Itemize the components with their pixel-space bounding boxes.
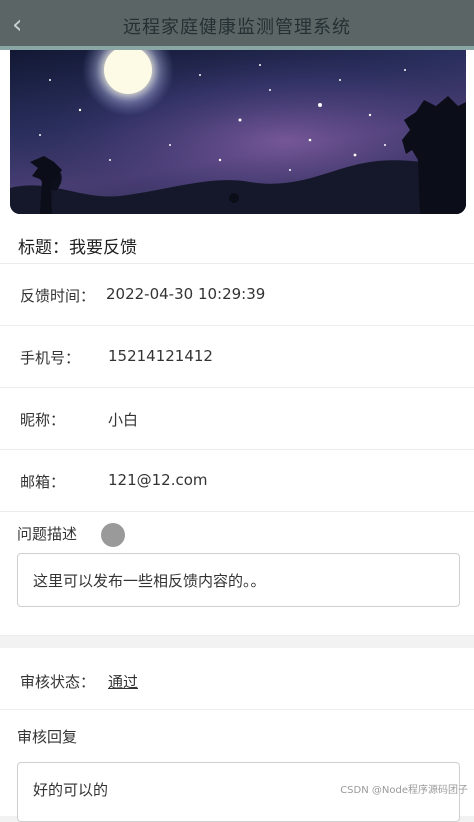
field-row-nickname: 昵称： 小白: [0, 388, 474, 450]
section-divider: [0, 636, 474, 648]
field-value: 15214121412: [108, 347, 213, 365]
title-row: 标题：我要反馈: [0, 220, 474, 264]
description-row: 问题描述 这里可以发布一些相反馈内容的。。: [0, 512, 474, 636]
field-value: 121@12.com: [108, 471, 208, 489]
title-label: 标题：: [18, 238, 69, 258]
banner-container: [0, 50, 474, 220]
page-title: 远程家庭健康监测管理系统: [123, 17, 351, 38]
field-row-email: 邮箱： 121@12.com: [0, 450, 474, 512]
field-label: 昵称：: [20, 411, 66, 429]
status-label: 审核状态：: [20, 673, 96, 691]
field-label: 邮箱：: [20, 473, 66, 491]
watermark: CSDN @Node程序源码团子: [340, 785, 468, 796]
field-label: 反馈时间：: [20, 287, 96, 305]
field-row-phone: 手机号： 15214121412: [0, 326, 474, 388]
description-label: 问题描述: [17, 525, 78, 543]
field-value: 2022-04-30 10:29:39: [106, 285, 266, 303]
title-value: 我要反馈: [69, 238, 137, 258]
field-row-time: 反馈时间： 2022-04-30 10:29:39: [0, 264, 474, 326]
reply-row: 审核回复 好的可以的: [0, 710, 474, 822]
banner-image: [10, 50, 466, 214]
description-field[interactable]: 这里可以发布一些相反馈内容的。。: [17, 553, 460, 607]
cursor-indicator: [101, 523, 125, 547]
field-label: 手机号：: [20, 349, 81, 367]
night-sky-illustration: [10, 50, 466, 214]
status-value: 通过: [108, 673, 139, 691]
feedback-detail: 标题：我要反馈 反馈时间： 2022-04-30 10:29:39 手机号： 1…: [0, 220, 474, 822]
status-row: 审核状态： 通过: [0, 648, 474, 710]
reply-label: 审核回复: [17, 728, 78, 746]
field-value: 小白: [108, 411, 139, 429]
top-bar: ‹ 远程家庭健康监测管理系统: [0, 0, 474, 50]
